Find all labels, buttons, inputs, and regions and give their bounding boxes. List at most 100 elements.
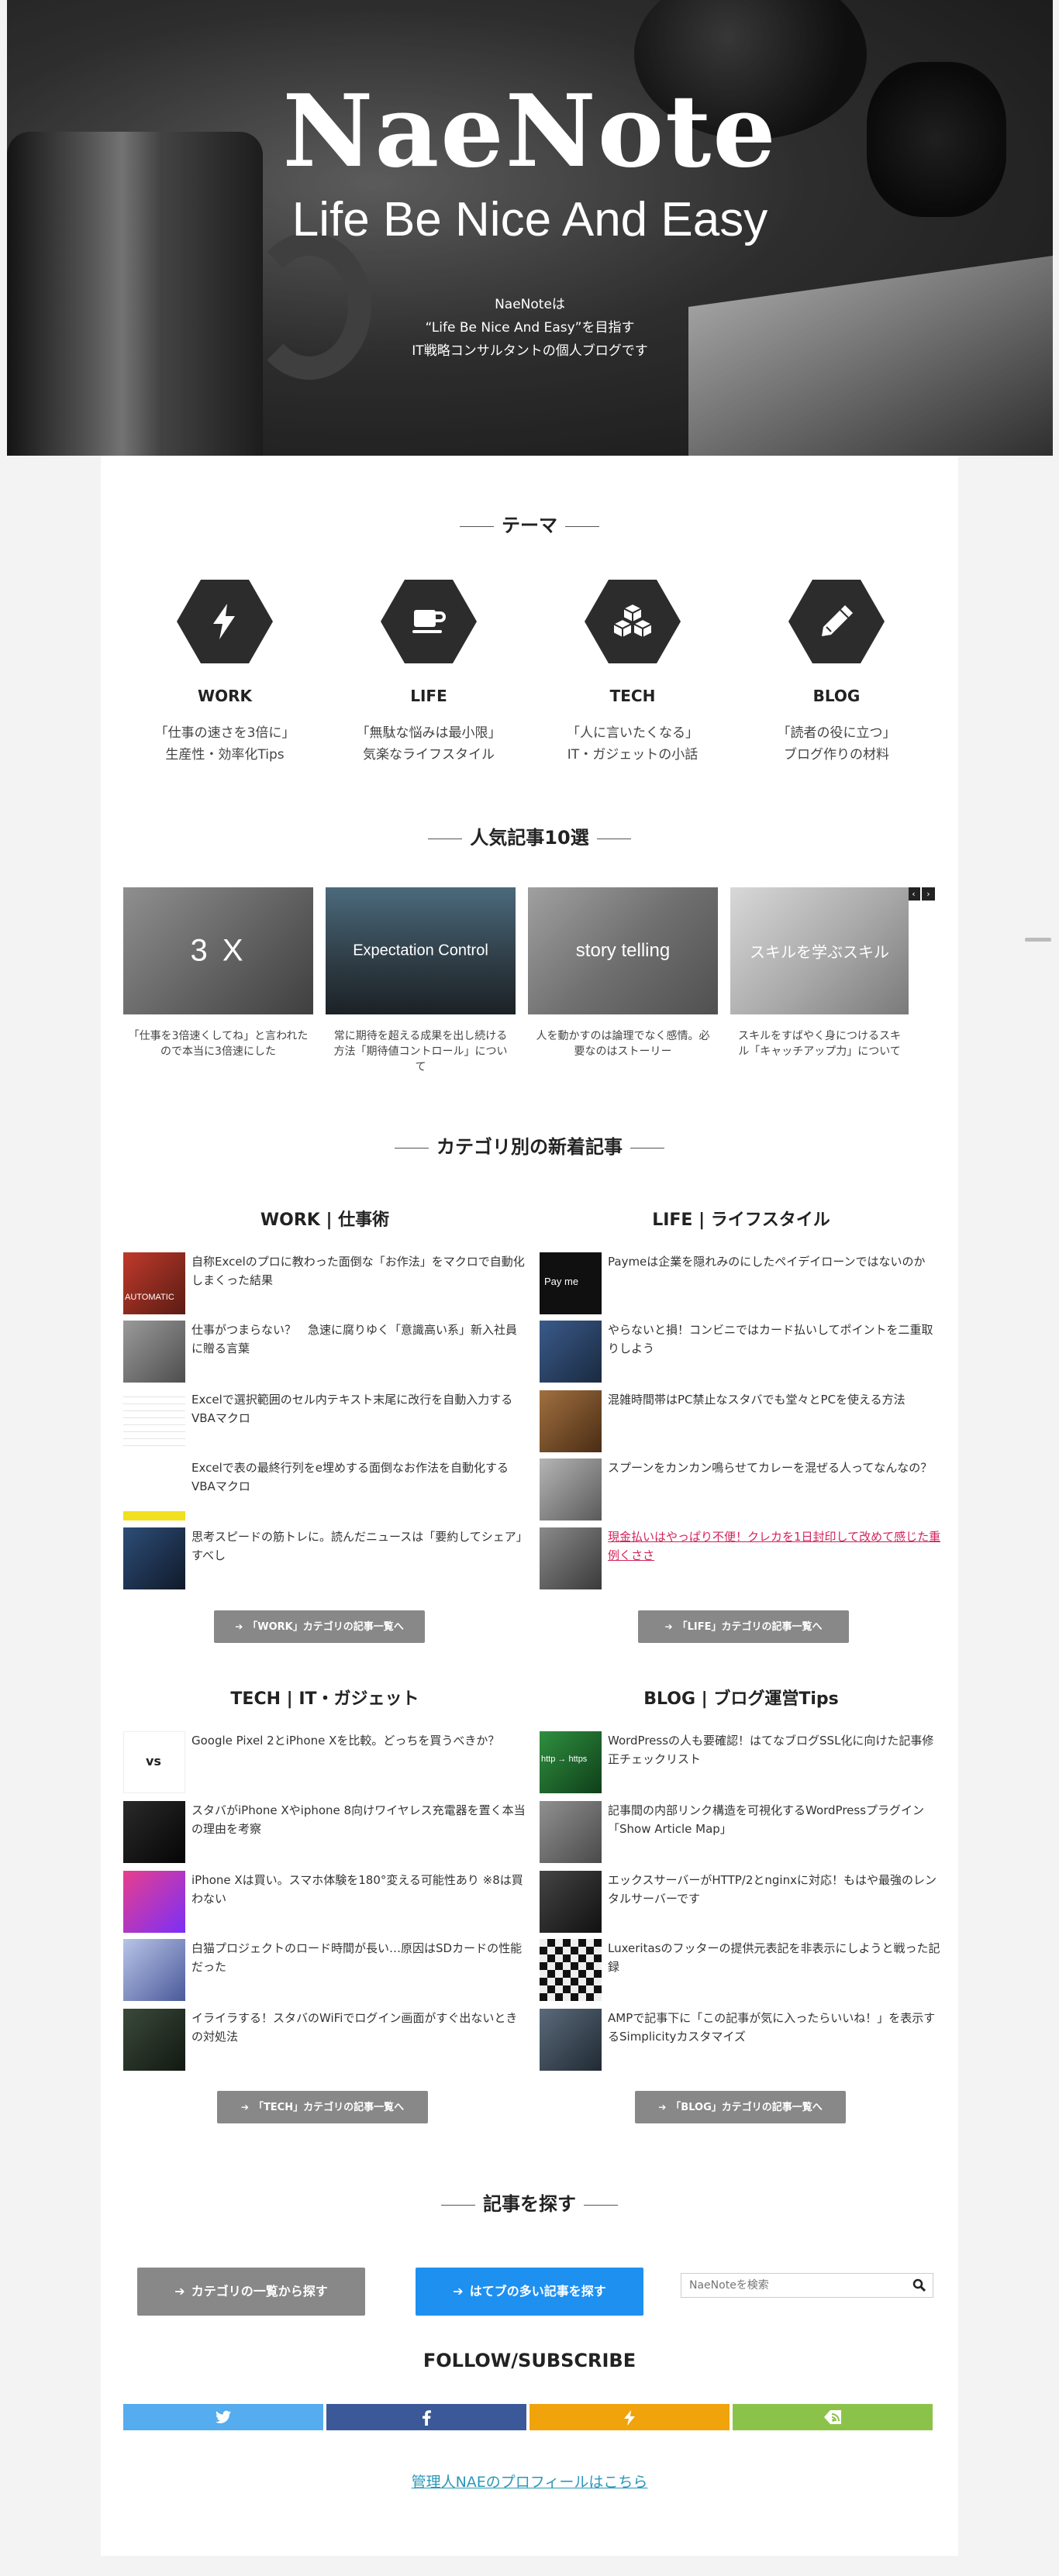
- follow-heading: FOLLOW/SUBSCRIBE: [423, 2350, 636, 2371]
- article-thumbnail: スキルを学ぶスキル: [730, 887, 909, 1014]
- twitter-button[interactable]: [123, 2404, 323, 2430]
- twitter-icon: [216, 2410, 231, 2423]
- feedly-icon: [624, 2410, 635, 2426]
- feed-icon: [824, 2410, 841, 2424]
- popular-article-card[interactable]: スキルを学ぶスキル スキルをすばやく身につけるスキル「キャッチアップ力」について: [730, 887, 909, 1059]
- feed-button[interactable]: [733, 2404, 933, 2430]
- list-item[interactable]: エックスサーバーがHTTP/2とnginxに対応！もはや最強のレンタルサーバーで…: [540, 1871, 943, 1934]
- work-category-link-button[interactable]: ➔ 「WORK」カテゴリの記事一覧へ: [214, 1610, 425, 1643]
- list-item[interactable]: Luxeritasのフッターの提供元表記を非表示にしようと戦った記録: [540, 1939, 943, 2003]
- search-input[interactable]: [681, 2274, 899, 2297]
- cubes-icon: [613, 602, 652, 639]
- article-thumbnail: [123, 1801, 185, 1863]
- list-item[interactable]: Pay me Paymeは企業を隠れみのにしたペイデイローンではないのか: [540, 1252, 943, 1316]
- slider-next-button[interactable]: ›: [922, 887, 935, 901]
- article-thumbnail: [540, 1390, 602, 1452]
- category-title[interactable]: LIFE | ライフスタイル: [540, 1206, 943, 1231]
- lightning-icon: [213, 604, 235, 639]
- search-icon[interactable]: [912, 2278, 926, 2292]
- site-title[interactable]: NaeNote: [7, 74, 1053, 190]
- article-thumbnail: [123, 1390, 185, 1452]
- blog-category-link-button[interactable]: ➔ 「BLOG」カテゴリの記事一覧へ: [635, 2091, 846, 2123]
- category-title[interactable]: BLOG | ブログ運営Tips: [540, 1685, 943, 1710]
- article-thumbnail: [540, 1801, 602, 1863]
- arrow-right-icon: ➔: [174, 2284, 185, 2299]
- theme-life[interactable]: LIFE 「無駄な悩みは最小限」 気楽なライフスタイル: [336, 580, 522, 766]
- list-item[interactable]: スタバがiPhone Xやiphone 8向けワイヤレス充電器を置く本当の理由を…: [123, 1801, 526, 1865]
- theme-tech[interactable]: TECH 「人に言いたくなる」 IT・ガジェットの小話: [540, 580, 726, 766]
- article-thumbnail: [540, 1321, 602, 1383]
- category-title[interactable]: TECH | IT・ガジェット: [123, 1685, 526, 1710]
- article-thumbnail: Pay me: [540, 1252, 602, 1314]
- coffee-cup-icon: [412, 610, 446, 633]
- article-thumbnail: [123, 1939, 185, 2001]
- pencil-icon: [822, 605, 853, 636]
- list-item[interactable]: やらないと損！コンビニではカード払いしてポイントを二重取りしよう: [540, 1321, 943, 1384]
- site-description: NaeNoteは “Life Be Nice And Easy”を目指す IT戦…: [412, 297, 648, 359]
- list-item[interactable]: 思考スピードの筋トレに。読んだニュースは「要約してシェア」すべし: [123, 1527, 526, 1591]
- category-list-button[interactable]: ➔ カテゴリの一覧から探す: [137, 2268, 365, 2316]
- arrow-right-icon: ➔: [658, 2102, 667, 2113]
- list-item[interactable]: vs Google Pixel 2とiPhone Xを比較。どっちを買うべきか？: [123, 1731, 526, 1795]
- hero-banner: NaeNote Life Be Nice And Easy NaeNoteは “…: [7, 0, 1053, 456]
- popular-article-card[interactable]: 3 X 「仕事を3倍速くしてね」と言われたので本当に3倍速にした: [123, 887, 313, 1059]
- profile-link[interactable]: 管理人NAEのプロフィールはこちら: [0, 2471, 1059, 2492]
- article-thumbnail: Expectation Control: [326, 887, 516, 1014]
- category-blog: BLOG | ブログ運営Tips: [540, 1685, 943, 1710]
- article-thumbnail: [123, 1527, 185, 1589]
- article-thumbnail: [540, 1939, 602, 2001]
- article-thumbnail: http → https: [540, 1731, 602, 1793]
- site-tagline: Life Be Nice And Easy: [291, 193, 768, 246]
- facebook-button[interactable]: [326, 2404, 526, 2430]
- list-item[interactable]: 混雑時間帯はPC禁止なスタバでも堂々とPCを使える方法: [540, 1390, 943, 1454]
- popular-article-card[interactable]: story telling 人を動かすのは論理でなく感情。必要なのはストーリー: [528, 887, 718, 1059]
- article-thumbnail: [123, 1458, 185, 1520]
- arrow-right-icon: ➔: [664, 1621, 673, 1632]
- find-heading: 記事を探す: [101, 2189, 958, 2216]
- category-tech: TECH | IT・ガジェット: [123, 1685, 526, 1710]
- category-title[interactable]: WORK | 仕事術: [123, 1206, 526, 1231]
- list-item[interactable]: http → https WordPressの人も要確認！はてなブログSSL化に…: [540, 1731, 943, 1795]
- article-thumbnail: [540, 1527, 602, 1589]
- article-thumbnail: [123, 1321, 185, 1383]
- theme-heading: テーマ: [101, 510, 958, 537]
- list-item[interactable]: AUTOMATIC 自称Excelのプロに教わった面倒な「お作法」をマクロで自動…: [123, 1252, 526, 1316]
- article-thumbnail: [540, 2009, 602, 2071]
- list-item[interactable]: イライラする！スタバのWiFiでログイン画面がすぐ出ないときの対処法: [123, 2009, 526, 2072]
- life-category-link-button[interactable]: ➔ 「LIFE」カテゴリの記事一覧へ: [638, 1610, 849, 1643]
- list-item[interactable]: スプーンをカンカン鳴らせてカレーを混ぜる人ってなんなの？: [540, 1458, 943, 1522]
- list-item[interactable]: Excelで表の最終行列をe埋めする面倒なお作法を自動化するVBAマクロ: [123, 1458, 526, 1522]
- popular-hatena-button[interactable]: ➔ はてブの多い記事を探す: [416, 2268, 643, 2316]
- article-thumbnail: [540, 1458, 602, 1520]
- theme-work[interactable]: WORK 「仕事の速さを3倍に」 生産性・効率化Tips: [132, 580, 318, 766]
- search-form: [681, 2273, 933, 2298]
- list-item[interactable]: iPhone Xは買い。スマホ体験を180°変える可能性あり ※8は買わない: [123, 1871, 526, 1934]
- article-thumbnail: [123, 2009, 185, 2071]
- article-thumbnail: [540, 1871, 602, 1933]
- list-item[interactable]: AMPで記事下に「この記事が気に入ったらいいね！」を表示するSimplicity…: [540, 2009, 943, 2072]
- list-item[interactable]: Excelで選択範囲のセル内テキスト末尾に改行を自動入力するVBAマクロ: [123, 1390, 526, 1454]
- scroll-indicator[interactable]: [1025, 938, 1051, 942]
- popular-heading: 人気記事10選: [101, 822, 958, 849]
- category-life: LIFE | ライフスタイル: [540, 1206, 943, 1231]
- main-content: テーマ WORK 「仕事の速さを3倍に」 生産性・効率化Tips LIFE 「無…: [101, 456, 958, 2556]
- article-thumbnail: AUTOMATIC: [123, 1252, 185, 1314]
- arrow-right-icon: ➔: [240, 2102, 249, 2113]
- list-item[interactable]: 記事間の内部リンク構造を可視化するWordPressプラグイン「Show Art…: [540, 1801, 943, 1865]
- category-work: WORK | 仕事術: [123, 1206, 526, 1231]
- tech-category-link-button[interactable]: ➔ 「TECH」カテゴリの記事一覧へ: [217, 2091, 428, 2123]
- arrow-right-icon: ➔: [235, 1621, 243, 1632]
- arrow-right-icon: ➔: [453, 2284, 464, 2299]
- article-thumbnail: story telling: [528, 887, 718, 1014]
- slider-prev-button[interactable]: ‹: [907, 887, 920, 901]
- list-item[interactable]: 仕事がつまらない？ 急速に腐りゆく「意識高い系」新入社員に贈る言葉: [123, 1321, 526, 1384]
- popular-article-card[interactable]: Expectation Control 常に期待を超える成果を出し続ける方法「期…: [326, 887, 516, 1075]
- article-thumbnail: vs: [123, 1731, 185, 1793]
- article-thumbnail: 3 X: [123, 887, 313, 1014]
- list-item[interactable]: 白猫プロジェクトのロード時間が長い…原因はSDカードの性能だった: [123, 1939, 526, 2003]
- list-item[interactable]: 現金払いはやっぱり不便！クレカを1日封印して改めて感じた重例くささ: [540, 1527, 943, 1591]
- theme-blog[interactable]: BLOG 「読者の役に立つ」 ブログ作りの材料: [743, 580, 930, 766]
- category-heading: カテゴリ別の新着記事: [101, 1131, 958, 1159]
- article-thumbnail: [123, 1871, 185, 1933]
- feedly-button[interactable]: [530, 2404, 730, 2430]
